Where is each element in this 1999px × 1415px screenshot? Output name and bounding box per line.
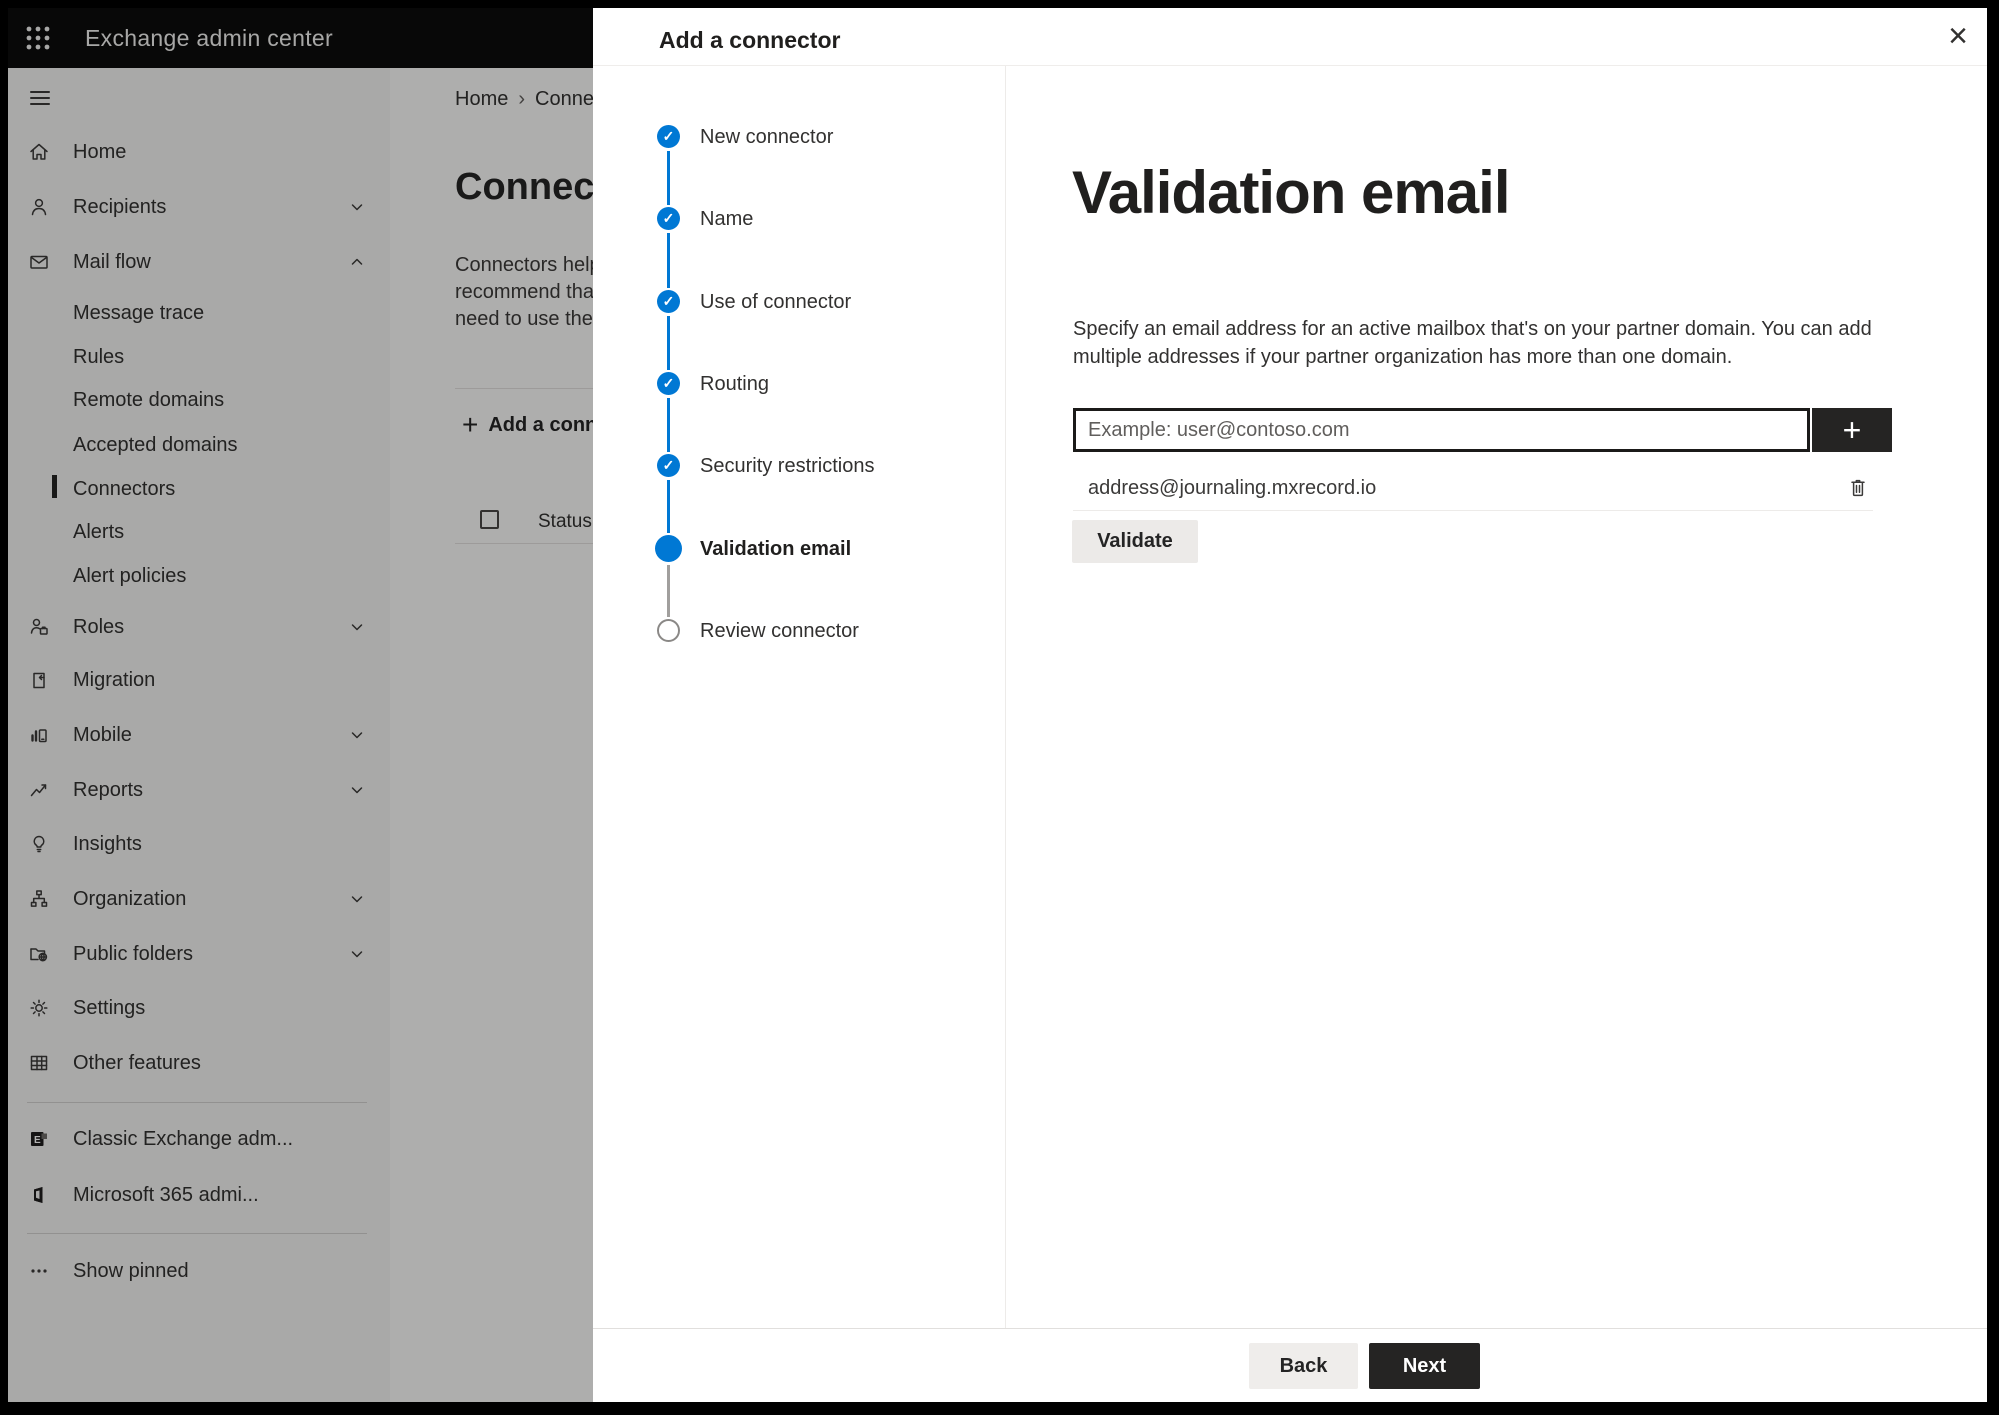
step-check-icon: ✓ [657,290,680,313]
close-icon[interactable]: × [1934,12,1982,60]
check-glyph: ✓ [662,210,675,226]
dialog-header-divider [593,65,1987,66]
address-list-item: address@journaling.mxrecord.io [1088,470,1878,506]
step-connector-line [667,565,670,617]
step-description: Specify an email address for an active m… [1073,316,1872,371]
address-row-divider [1073,510,1873,511]
step-connector-line [667,151,670,205]
next-button[interactable]: Next [1369,1343,1480,1389]
add-email-button[interactable]: + [1812,408,1892,452]
step-connector-line [667,398,670,452]
step-upcoming-circle [657,619,680,642]
check-glyph: ✓ [662,128,675,144]
step-connector-line [667,480,670,533]
step-check-icon: ✓ [657,454,680,477]
step-use-of-connector[interactable]: Use of connector [700,284,851,320]
exchange-admin-app: Exchange admin center Home Recipients Ma… [8,8,1987,1402]
step-check-icon: ✓ [657,207,680,230]
validate-button[interactable]: Validate [1072,520,1198,563]
step-current-dot [655,535,682,562]
back-button[interactable]: Back [1249,1343,1358,1389]
step-name[interactable]: Name [700,201,753,237]
validation-email-input[interactable] [1073,408,1810,452]
stepper-divider [1005,66,1006,1328]
step-connector-line [667,316,670,370]
check-glyph: ✓ [662,293,675,309]
dialog-footer-divider [593,1328,1987,1329]
step-heading: Validation email [1072,159,1510,226]
step-description-line: multiple addresses if your partner organ… [1073,345,1733,368]
plus-icon: + [1842,412,1862,448]
step-review-connector[interactable]: Review connector [700,613,859,649]
step-check-icon: ✓ [657,125,680,148]
step-validation-email[interactable]: Validation email [700,531,851,567]
delete-address-button[interactable] [1840,470,1876,506]
step-security-restrictions[interactable]: Security restrictions [700,448,875,484]
check-glyph: ✓ [662,375,675,391]
step-routing[interactable]: Routing [700,366,769,402]
trash-icon [1851,479,1865,497]
screen-frame: Exchange admin center Home Recipients Ma… [0,0,1999,1415]
step-check-icon: ✓ [657,372,680,395]
address-email: address@journaling.mxrecord.io [1088,476,1377,499]
check-glyph: ✓ [662,457,675,473]
dialog-title: Add a connector [659,27,841,53]
step-description-line: Specify an email address for an active m… [1073,318,1872,340]
add-connector-dialog: Add a connector × ✓ New connector ✓ Name… [593,8,1987,1402]
step-new-connector[interactable]: New connector [700,119,833,155]
step-connector-line [667,233,670,288]
